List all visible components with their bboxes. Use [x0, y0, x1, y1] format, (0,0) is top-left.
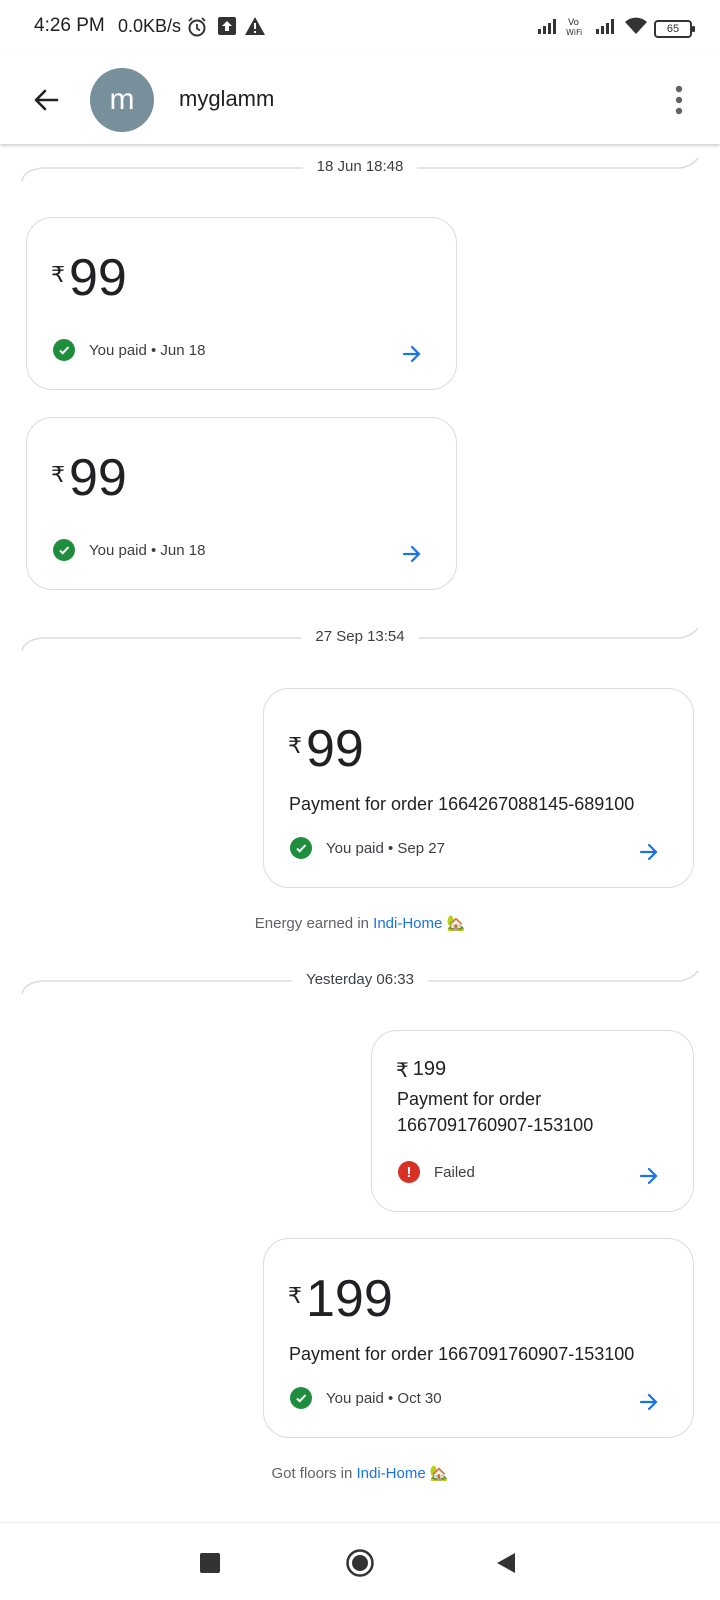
payment-status: You paid • Jun 18: [89, 341, 206, 359]
arrow-forward-icon[interactable]: [635, 838, 663, 866]
payment-card[interactable]: ₹ 99 Payment for order 1664267088145-689…: [263, 688, 694, 888]
check-circle-icon: [53, 539, 75, 561]
more-vert-icon: [675, 85, 683, 115]
currency-symbol: ₹: [51, 462, 65, 487]
payment-amount: 199: [306, 1270, 393, 1328]
alarm-icon: [186, 16, 208, 43]
back-arrow-icon: [34, 89, 59, 111]
check-circle-icon: [290, 1387, 312, 1409]
date-separator-label: 18 Jun 18:48: [302, 158, 418, 175]
date-separator: 18 Jun 18:48: [0, 154, 720, 184]
check-circle-icon: [290, 837, 312, 859]
check-circle-icon: [53, 339, 75, 361]
date-separator: Yesterday 06:33: [0, 967, 720, 997]
vowifi-icon: Vo WiFi: [566, 16, 588, 41]
currency-symbol: ₹: [288, 1283, 302, 1308]
reward-note-text: Got floors in: [271, 1465, 357, 1482]
date-separator-label: Yesterday 06:33: [292, 971, 428, 988]
back-nav-button[interactable]: [484, 1541, 528, 1585]
payment-status: You paid • Oct 30: [326, 1389, 442, 1407]
currency-symbol: ₹: [51, 262, 65, 287]
payment-card[interactable]: ₹ 99 You paid • Jun 18: [26, 417, 457, 590]
error-icon: !: [398, 1161, 420, 1183]
house-icon: 🏡: [446, 915, 466, 932]
svg-text:Vo: Vo: [568, 18, 579, 28]
square-icon: [200, 1553, 220, 1573]
indi-home-link[interactable]: Indi-Home: [356, 1465, 425, 1482]
payment-description: Payment for order 1667091760907-153100: [289, 1344, 635, 1364]
wifi-icon: [624, 17, 648, 40]
triangle-back-icon: [497, 1553, 515, 1573]
arrow-forward-icon[interactable]: [398, 340, 426, 368]
indi-home-link[interactable]: Indi-Home: [373, 915, 442, 932]
payment-amount: 99: [69, 249, 127, 307]
warning-icon: [244, 16, 266, 41]
payment-amount: 99: [306, 720, 364, 778]
upload-icon: [217, 16, 237, 41]
currency-symbol: ₹: [396, 1060, 409, 1082]
payment-amount: 99: [69, 449, 127, 507]
home-button[interactable]: [338, 1541, 382, 1585]
circle-icon: [346, 1549, 374, 1577]
contact-name[interactable]: myglamm: [179, 86, 274, 112]
status-bar: 4:26 PM 0.0KB/s Vo WiFi 65: [0, 0, 720, 56]
status-right-icons: Vo WiFi 65: [536, 16, 695, 41]
signal-icon: [594, 17, 618, 40]
reward-note-text: Energy earned in: [254, 915, 374, 932]
reward-note: Got floors in Indi-Home 🏡: [0, 1464, 720, 1482]
date-separator: 27 Sep 13:54: [0, 624, 720, 654]
arrow-forward-icon[interactable]: [635, 1162, 663, 1190]
arrow-forward-icon[interactable]: [398, 540, 426, 568]
status-network-speed: 0.0KB/s: [118, 16, 182, 36]
more-options-button[interactable]: [664, 80, 694, 120]
recents-button[interactable]: [188, 1541, 232, 1585]
payment-description: Payment for order 1664267088145-689100: [289, 794, 635, 814]
payment-card-failed[interactable]: ₹ 199 Payment for order 1667091760907-15…: [371, 1030, 694, 1212]
app-bar: m myglamm: [0, 56, 720, 144]
currency-symbol: ₹: [288, 733, 302, 758]
payment-card[interactable]: ₹ 199 Payment for order 1667091760907-15…: [263, 1238, 694, 1438]
battery-icon: 65: [654, 19, 695, 38]
status-time: 4:26 PM: [34, 15, 105, 36]
payment-status: Failed: [434, 1163, 475, 1181]
payment-status: You paid • Jun 18: [89, 541, 206, 559]
back-button[interactable]: [24, 78, 68, 122]
house-icon: 🏡: [429, 1465, 449, 1482]
payment-status: You paid • Sep 27: [326, 839, 445, 857]
system-nav-bar: [0, 1522, 720, 1600]
payment-card[interactable]: ₹ 99 You paid • Jun 18: [26, 217, 457, 390]
payment-description: Payment for order 1667091760907-153100: [397, 1089, 594, 1135]
arrow-forward-icon[interactable]: [635, 1388, 663, 1416]
date-separator-label: 27 Sep 13:54: [301, 628, 419, 645]
svg-text:WiFi: WiFi: [566, 28, 582, 36]
reward-note: Energy earned in Indi-Home 🏡: [0, 914, 720, 932]
signal-icon: [536, 17, 560, 40]
payment-amount: 199: [412, 1058, 447, 1080]
avatar[interactable]: m: [90, 68, 154, 132]
